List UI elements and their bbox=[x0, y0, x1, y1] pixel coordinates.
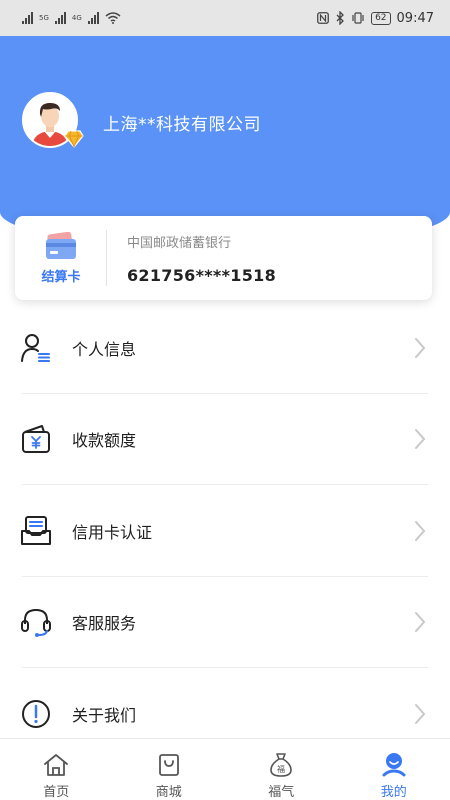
tab-label-mine: 我的 bbox=[380, 785, 407, 800]
signal-icon-2 bbox=[54, 12, 66, 24]
credit-card-verify-icon bbox=[21, 515, 51, 545]
headset-icon bbox=[21, 609, 51, 638]
wifi-icon bbox=[105, 12, 121, 24]
status-left: 5G 4G bbox=[22, 12, 121, 24]
status-right: 62 09:47 bbox=[317, 11, 434, 26]
svg-text:福: 福 bbox=[277, 765, 285, 774]
chevron-right-icon bbox=[415, 612, 426, 633]
tab-label-mall: 商城 bbox=[155, 785, 182, 800]
tab-label-home: 首页 bbox=[43, 785, 70, 800]
menu-label-personal-info: 个人信息 bbox=[72, 339, 137, 359]
menu-item-payment-limit[interactable]: 收款额度 bbox=[0, 394, 450, 486]
bottom-tab-bar: 首页 商城 福 福气 我的 bbox=[0, 738, 450, 800]
card-type-block: 结算卡 bbox=[15, 216, 107, 300]
settlement-card[interactable]: 结算卡 中国邮政储蓄银行 621756****1518 bbox=[15, 216, 432, 300]
menu-item-personal-info[interactable]: 个人信息 bbox=[0, 302, 450, 394]
menu-list: 个人信息 收款额度 信用卡认证 客服服务 关于我们 bbox=[0, 302, 450, 760]
menu-label-customer-service: 客服服务 bbox=[72, 614, 137, 634]
bank-card-icon bbox=[46, 231, 76, 259]
network-label-1: 5G bbox=[39, 14, 49, 22]
chevron-right-icon bbox=[415, 520, 426, 541]
tab-home[interactable]: 首页 bbox=[0, 739, 113, 800]
card-type-label: 结算卡 bbox=[41, 269, 81, 285]
menu-item-credit-card-verify[interactable]: 信用卡认证 bbox=[0, 485, 450, 577]
profile-icon bbox=[382, 753, 406, 777]
signal-icon-3 bbox=[87, 12, 99, 24]
card-number: 621756****1518 bbox=[127, 266, 276, 285]
network-label-2: 4G bbox=[71, 14, 82, 22]
fortune-bag-icon: 福 bbox=[270, 753, 293, 777]
tab-label-fortune: 福气 bbox=[268, 785, 295, 800]
bluetooth-icon bbox=[336, 11, 344, 25]
menu-label-credit-card-verify: 信用卡认证 bbox=[72, 522, 153, 542]
shopping-bag-icon bbox=[158, 754, 179, 776]
battery-icon: 62 bbox=[371, 11, 391, 25]
signal-icon bbox=[22, 12, 33, 24]
chevron-right-icon bbox=[415, 429, 426, 450]
bank-name: 中国邮政储蓄银行 bbox=[127, 236, 232, 251]
info-icon bbox=[22, 699, 50, 728]
vibrate-icon bbox=[352, 12, 364, 24]
status-bar: 5G 4G 62 09:47 bbox=[0, 0, 450, 36]
chevron-right-icon bbox=[415, 703, 426, 724]
tab-mine[interactable]: 我的 bbox=[338, 739, 450, 800]
menu-item-customer-service[interactable]: 客服服务 bbox=[0, 577, 450, 669]
tab-mall[interactable]: 商城 bbox=[113, 739, 226, 800]
nfc-icon bbox=[317, 12, 329, 24]
vip-diamond-icon bbox=[64, 130, 84, 148]
company-name: 上海**科技有限公司 bbox=[103, 115, 261, 135]
avatar[interactable] bbox=[22, 92, 84, 148]
tab-fortune[interactable]: 福 福气 bbox=[225, 739, 338, 800]
card-divider bbox=[106, 230, 107, 286]
menu-label-about-us: 关于我们 bbox=[72, 705, 137, 725]
home-icon bbox=[44, 754, 69, 776]
chevron-right-icon bbox=[415, 337, 426, 358]
menu-label-payment-limit: 收款额度 bbox=[72, 431, 137, 451]
wallet-icon bbox=[22, 425, 50, 454]
user-info-icon bbox=[21, 333, 50, 362]
clock: 09:47 bbox=[396, 10, 434, 26]
